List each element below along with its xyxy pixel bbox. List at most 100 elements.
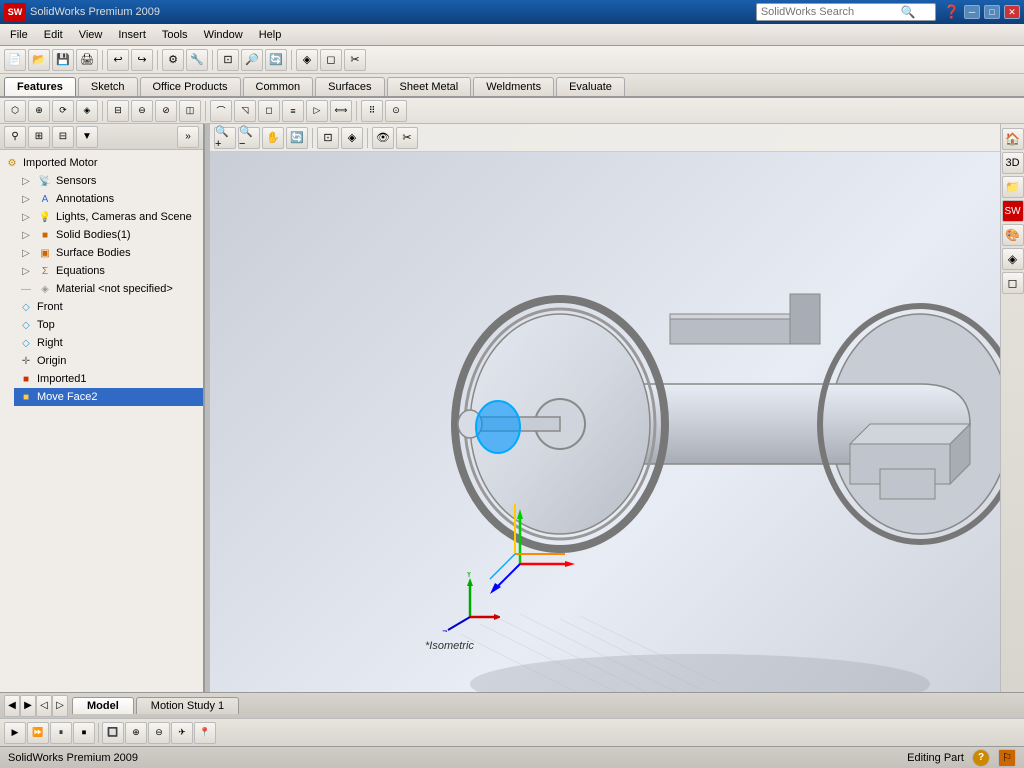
3d-view-button[interactable]: 3D — [1002, 152, 1024, 174]
rotate-button[interactable]: 🔄 — [265, 49, 287, 71]
undo-button[interactable]: ↩ — [107, 49, 129, 71]
section-view-button[interactable]: ✂ — [396, 127, 418, 149]
redo-button[interactable]: ↪ — [131, 49, 153, 71]
tab-weldments[interactable]: Weldments — [473, 77, 554, 96]
tree-sensors[interactable]: ▷ 📡 Sensors — [14, 172, 203, 190]
zoom-in-button[interactable]: 🔍+ — [214, 127, 236, 149]
tab-common[interactable]: Common — [243, 77, 314, 96]
mirror-button[interactable]: ⟺ — [330, 100, 352, 122]
help-icon[interactable]: ❓ — [944, 4, 960, 20]
extruded-boss-button[interactable]: ⬡ — [4, 100, 26, 122]
rotate3d-button[interactable]: 🔄 — [286, 127, 308, 149]
revolved-boss-button[interactable]: ⊕ — [28, 100, 50, 122]
menu-insert[interactable]: Insert — [110, 27, 154, 43]
zoom-out-button[interactable]: 🔍− — [238, 127, 260, 149]
wireframe-button[interactable]: ◻ — [320, 49, 342, 71]
viewport[interactable]: 🔍+ 🔍− ✋ 🔄 ⊡ ◈ 👁 ✂ — [210, 124, 1024, 692]
notifications-button[interactable]: ⚐ — [998, 749, 1016, 767]
view-orient-button[interactable]: ⊡ — [317, 127, 339, 149]
scenes-button[interactable]: ◈ — [1002, 248, 1024, 270]
bt4[interactable]: ⏹ — [73, 722, 95, 744]
tree-front[interactable]: ◇ Front — [14, 298, 203, 316]
bt8[interactable]: ✈ — [171, 722, 193, 744]
tree-material[interactable]: — ◈ Material <not specified> — [14, 280, 203, 298]
tree-origin[interactable]: ✛ Origin — [14, 352, 203, 370]
print-button[interactable]: 🖨 — [76, 49, 98, 71]
shell-button[interactable]: ◻ — [258, 100, 280, 122]
fillet-button[interactable]: ⌒ — [210, 100, 232, 122]
menu-window[interactable]: Window — [196, 27, 251, 43]
menu-tools[interactable]: Tools — [154, 27, 196, 43]
draft-button[interactable]: ▷ — [306, 100, 328, 122]
filter-button[interactable]: ⚲ — [4, 126, 26, 148]
bt2[interactable]: ⏩ — [27, 722, 49, 744]
close-button[interactable]: ✕ — [1004, 5, 1020, 19]
tree-annotations[interactable]: ▷ A Annotations — [14, 190, 203, 208]
lofted-cut-button[interactable]: ◫ — [179, 100, 201, 122]
extruded-cut-button[interactable]: ⊟ — [107, 100, 129, 122]
tab-evaluate[interactable]: Evaluate — [556, 77, 625, 96]
tree-move-face2[interactable]: ■ Move Face2 — [14, 388, 203, 406]
pattern-button[interactable]: ⠿ — [361, 100, 383, 122]
tab-surfaces[interactable]: Surfaces — [315, 77, 384, 96]
panel-more-button[interactable]: » — [177, 126, 199, 148]
zoom-fit-button[interactable]: ⊡ — [217, 49, 239, 71]
search-icon[interactable]: 🔍 — [901, 5, 916, 19]
swept-cut-button[interactable]: ⊘ — [155, 100, 177, 122]
menu-view[interactable]: View — [71, 27, 111, 43]
bt9[interactable]: 📍 — [194, 722, 216, 744]
open-button[interactable]: 📂 — [28, 49, 50, 71]
section-button[interactable]: ✂ — [344, 49, 366, 71]
tree-equations[interactable]: ▷ Σ Equations — [14, 262, 203, 280]
bt5[interactable]: 🔲 — [102, 722, 124, 744]
maximize-button[interactable]: □ — [984, 5, 1000, 19]
collapse-button[interactable]: ⊟ — [52, 126, 74, 148]
expand-button[interactable]: ⊞ — [28, 126, 50, 148]
last-tab-button[interactable]: ▷ — [52, 695, 68, 717]
rebuild-button[interactable]: ⚙ — [162, 49, 184, 71]
tree-root[interactable]: ⚙ Imported Motor — [0, 154, 203, 172]
tree-solid-bodies[interactable]: ▷ ■ Solid Bodies(1) — [14, 226, 203, 244]
bottom-tab-motion-study[interactable]: Motion Study 1 — [136, 697, 239, 714]
appearance-button[interactable]: 🎨 — [1002, 224, 1024, 246]
bottom-tab-model[interactable]: Model — [72, 697, 134, 714]
feature-filter-button[interactable]: ▼ — [76, 126, 98, 148]
tab-office-products[interactable]: Office Products — [140, 77, 241, 96]
lofted-boss-button[interactable]: ◈ — [76, 100, 98, 122]
zoom-area-button[interactable]: 🔎 — [241, 49, 263, 71]
display-style-button[interactable]: ◈ — [341, 127, 363, 149]
tab-sheet-metal[interactable]: Sheet Metal — [387, 77, 472, 96]
decals-button[interactable]: ◻ — [1002, 272, 1024, 294]
new-button[interactable]: 📄 — [4, 49, 26, 71]
menu-help[interactable]: Help — [251, 27, 290, 43]
next-tab-button[interactable]: ▶ — [20, 695, 36, 717]
first-tab-button[interactable]: ◁ — [36, 695, 52, 717]
search-bar[interactable]: 🔍 — [756, 3, 936, 21]
minimize-button[interactable]: ─ — [964, 5, 980, 19]
options-button[interactable]: 🔧 — [186, 49, 208, 71]
hole-wizard-button[interactable]: ⊙ — [385, 100, 407, 122]
menu-edit[interactable]: Edit — [36, 27, 71, 43]
solidworks-icon-button[interactable]: SW — [1002, 200, 1024, 222]
bt7[interactable]: ⊖ — [148, 722, 170, 744]
help-button[interactable]: ? — [972, 749, 990, 767]
save-button[interactable]: 💾 — [52, 49, 74, 71]
tree-top[interactable]: ◇ Top — [14, 316, 203, 334]
prev-tab-button[interactable]: ◀ — [4, 695, 20, 717]
rib-button[interactable]: ≡ — [282, 100, 304, 122]
swept-boss-button[interactable]: ⟳ — [52, 100, 74, 122]
tree-right[interactable]: ◇ Right — [14, 334, 203, 352]
bt3[interactable]: ⏸ — [50, 722, 72, 744]
pan-button[interactable]: ✋ — [262, 127, 284, 149]
hide-show-button[interactable]: 👁 — [372, 127, 394, 149]
tree-surface-bodies[interactable]: ▷ ▣ Surface Bodies — [14, 244, 203, 262]
revolved-cut-button[interactable]: ⊖ — [131, 100, 153, 122]
tree-lights[interactable]: ▷ 💡 Lights, Cameras and Scene — [14, 208, 203, 226]
search-input[interactable] — [761, 6, 901, 18]
tab-sketch[interactable]: Sketch — [78, 77, 138, 96]
menu-file[interactable]: File — [2, 27, 36, 43]
tree-imported1[interactable]: ■ Imported1 — [14, 370, 203, 388]
shaded-button[interactable]: ◈ — [296, 49, 318, 71]
tab-features[interactable]: Features — [4, 77, 76, 96]
folder-button[interactable]: 📁 — [1002, 176, 1024, 198]
